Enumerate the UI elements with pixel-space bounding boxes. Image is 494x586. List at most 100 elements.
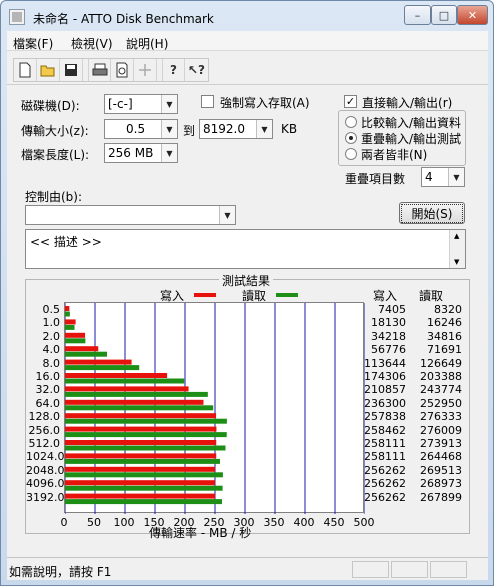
- print-icon: [92, 63, 107, 76]
- status-cell-3: [430, 561, 467, 578]
- write-value: 210857: [364, 383, 406, 397]
- force-write-checkbox[interactable]: [201, 95, 214, 108]
- file-length-select[interactable]: 256 MB ▼: [104, 143, 178, 163]
- new-button[interactable]: [14, 59, 37, 81]
- write-value: 7405: [378, 303, 406, 316]
- title-bar[interactable]: 未命名 - ATTO Disk Benchmark – □ ✕: [1, 1, 493, 31]
- controlled-by-select[interactable]: ▼: [25, 205, 236, 225]
- app-icon: [9, 9, 25, 25]
- read-bar: [65, 445, 226, 451]
- menu-file[interactable]: 檔案(F): [13, 35, 53, 52]
- read-value: 268973: [420, 477, 462, 491]
- read-value: 203388: [420, 370, 462, 383]
- write-value: 174306: [364, 370, 406, 383]
- print-preview-icon: [116, 62, 128, 78]
- force-write-label: 強制寫入存取(A): [220, 96, 310, 110]
- minimize-icon: –: [414, 8, 421, 22]
- write-bar: [65, 453, 217, 459]
- description-box[interactable]: << 描述 >> ▲ ▼: [25, 229, 466, 269]
- menu-help[interactable]: 說明(H): [126, 35, 168, 52]
- app-window: 未命名 - ATTO Disk Benchmark – □ ✕ 檔案(F) 檢視…: [0, 0, 494, 586]
- maximize-button[interactable]: □: [431, 5, 457, 25]
- to-label: 到: [183, 124, 196, 138]
- row-label: 64.0: [35, 396, 61, 410]
- maximize-icon: □: [438, 8, 450, 22]
- close-icon: ✕: [467, 8, 478, 22]
- radio-neither[interactable]: [345, 148, 357, 160]
- chart-svg: [64, 303, 366, 514]
- start-button[interactable]: 開始(S): [399, 202, 465, 224]
- read-bar: [65, 499, 222, 505]
- write-bar: [65, 346, 99, 352]
- legend-write-swatch: [194, 293, 216, 297]
- legend-read-swatch: [276, 293, 298, 297]
- transfer-from-select[interactable]: 0.5 ▼: [104, 119, 178, 139]
- read-bar: [65, 365, 140, 371]
- read-bar: [65, 338, 86, 344]
- write-bar: [65, 319, 76, 325]
- queue-depth-select[interactable]: 4 ▼: [421, 167, 465, 187]
- row-label: 128.0: [28, 410, 61, 424]
- read-value: 267899: [420, 490, 462, 504]
- row-label: 2.0: [42, 329, 61, 343]
- client-area: 檔案(F) 檢視(V) 說明(H) ? ↖? 磁碟機(D): [-c-] ▼ 傳…: [7, 31, 488, 580]
- write-bar: [65, 306, 70, 311]
- write-value: 256262: [364, 490, 406, 504]
- row-label: 1.0: [42, 316, 61, 330]
- kb-label: KB: [281, 122, 298, 136]
- start-button-label: 開始(S): [400, 203, 464, 223]
- status-text: 如需說明，請按 F1: [9, 565, 112, 579]
- description-text: << 描述 >>: [30, 235, 102, 249]
- drive-value: [-c-]: [108, 97, 133, 111]
- print-button[interactable]: [88, 59, 111, 81]
- write-value: 236300: [364, 396, 406, 410]
- transfer-to-select[interactable]: 8192.0 ▼: [199, 119, 273, 139]
- scroll-down-icon[interactable]: ▼: [454, 258, 459, 266]
- direct-io-checkbox[interactable]: ✓: [344, 95, 357, 108]
- chevron-down-icon: ▼: [161, 120, 177, 138]
- read-bar: [65, 324, 75, 330]
- close-button[interactable]: ✕: [457, 5, 488, 25]
- write-bar: [65, 332, 86, 338]
- context-help-button[interactable]: ↖?: [185, 59, 208, 81]
- move-button[interactable]: [134, 59, 157, 81]
- row-label: 1024.0: [26, 450, 65, 464]
- radio-overlap-io[interactable]: [345, 132, 357, 144]
- row-label: 2048.0: [26, 463, 65, 477]
- drive-label: 磁碟機(D):: [21, 99, 80, 113]
- chevron-down-icon: ▼: [448, 168, 464, 186]
- direct-io-label: 直接輸入/輸出(r): [362, 96, 453, 110]
- minimize-button[interactable]: –: [404, 5, 431, 25]
- radio-compare-io[interactable]: [345, 116, 357, 128]
- write-column-header: 寫入: [373, 289, 398, 303]
- window-title: 未命名 - ATTO Disk Benchmark: [33, 12, 214, 26]
- drive-select[interactable]: [-c-] ▼: [104, 94, 178, 114]
- results-panel: 測試結果 寫入 讀取 寫入 讀取 0.5 1.0 2.0 4.0 8.0 16.0 32.0…: [25, 272, 470, 540]
- move-icon: [139, 64, 151, 76]
- write-bar: [65, 480, 216, 486]
- chevron-down-icon: ▼: [256, 120, 272, 138]
- print-preview-button[interactable]: [111, 59, 134, 81]
- chevron-down-icon: ▼: [161, 144, 177, 162]
- description-scrollbar[interactable]: ▲ ▼: [449, 230, 465, 268]
- row-label: 256.0: [28, 423, 61, 437]
- write-value: 256262: [364, 477, 406, 491]
- write-bar: [65, 413, 217, 419]
- write-bar: [65, 426, 217, 432]
- queue-depth-label: 重疊項目數: [345, 172, 406, 186]
- save-button[interactable]: [60, 59, 83, 81]
- read-value: 243774: [420, 383, 462, 397]
- write-bar: [65, 359, 132, 365]
- save-icon: [65, 64, 77, 76]
- read-bar: [65, 405, 214, 411]
- write-bar: [65, 466, 216, 472]
- help-button[interactable]: ?: [162, 59, 185, 81]
- read-value: 264468: [420, 450, 462, 464]
- read-value: 71691: [427, 343, 462, 357]
- controlled-by-label: 控制由(b):: [25, 190, 83, 204]
- open-button[interactable]: [37, 59, 60, 81]
- toolbar: ? ↖?: [7, 53, 488, 85]
- menu-view[interactable]: 檢視(V): [71, 35, 113, 52]
- file-length-value: 256 MB: [108, 146, 154, 160]
- scroll-up-icon[interactable]: ▲: [454, 232, 459, 240]
